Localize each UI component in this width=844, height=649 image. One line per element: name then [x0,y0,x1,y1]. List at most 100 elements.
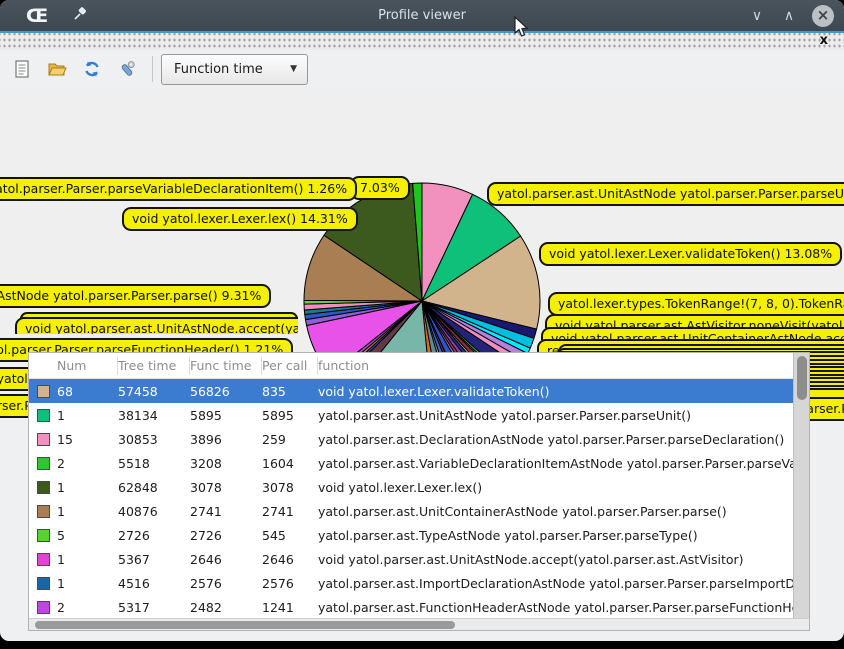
horizontal-scrollbar[interactable] [29,618,809,630]
cell-per-call: 5895 [262,408,318,423]
column-header-func-time[interactable]: Func time [190,357,262,375]
cell-num-calls: 1 [57,480,118,495]
vertical-scrollbar[interactable] [793,353,809,619]
cell-tree-time: 5367 [118,552,190,567]
cell-function: yatol.parser.ast.ImportDeclarationAstNod… [318,576,795,591]
color-swatch [37,481,50,494]
cell-per-call: 1241 [262,600,318,615]
cell-per-call: 545 [262,528,318,543]
results-table: Num calls Tree time Func time Per call f… [28,352,810,631]
color-swatch [37,457,50,470]
table-row[interactable]: 1536726462646void yatol.parser.ast.UnitA… [29,547,795,571]
cell-function: void yatol.lexer.Lexer.lex() [318,480,795,495]
pie-label: void yatol.parser.ast.AstVisitor.noneVis… [545,314,844,328]
color-swatch [37,553,50,566]
pie-label: void yatol.lexer.Lexer.validateToken() 1… [539,242,842,266]
cell-func-time: 5895 [190,408,262,423]
cell-num-calls: 1 [57,408,118,423]
cell-func-time: 2646 [190,552,262,567]
table-row[interactable]: 527262726545yatol.parser.ast.TypeAstNode… [29,523,795,547]
open-folder-icon [48,61,67,77]
pie-label: yatol.parser.ast.VariableDeclarationItem… [0,177,357,201]
cell-num-calls: 1 [57,576,118,591]
horizontal-scrollbar-thumb[interactable] [35,621,455,629]
cell-tree-time: 4516 [118,576,190,591]
cell-tree-time: 40876 [118,504,190,519]
cell-per-call: 2741 [262,504,318,519]
column-header-tree-time[interactable]: Tree time [118,357,190,375]
maximize-button[interactable]: ∧ [780,8,798,24]
cell-per-call: 2646 [262,552,318,567]
column-header-per-call[interactable]: Per call [262,357,318,375]
table-header[interactable]: Num calls Tree time Func time Per call f… [29,353,809,379]
column-header-num-calls[interactable]: Num calls [57,357,118,375]
open-file-button[interactable] [44,56,70,82]
cell-func-time: 2741 [190,504,262,519]
cell-num-calls: 1 [57,504,118,519]
cell-tree-time: 30853 [118,432,190,447]
cell-func-time: 2726 [190,528,262,543]
table-row[interactable]: 2531724821241yatol.parser.ast.FunctionHe… [29,595,795,619]
cell-num-calls: 5 [57,528,118,543]
cell-num-calls: 1 [57,552,118,567]
options-button[interactable] [114,56,140,82]
cell-per-call: 2576 [262,576,318,591]
table-row[interactable]: 1451625762576yatol.parser.ast.ImportDecl… [29,571,795,595]
toolbar: Function time ▼ [0,50,844,88]
cell-tree-time: 5518 [118,456,190,471]
pie-label-clipped: void yatol.parser.ast.UnitAstNode.accept… [15,317,298,334]
pie-chart-area: 7.03% yatol.parser.ast.VariableDeclarati… [0,88,844,352]
table-row[interactable]: 2551832081604yatol.parser.ast.VariableDe… [29,451,795,475]
color-swatch [37,409,50,422]
titlebar[interactable]: Œ Profile viewer ∨ ∧ × [0,0,844,31]
refresh-button[interactable] [79,56,105,82]
close-button[interactable]: × [812,5,834,27]
color-swatch [37,505,50,518]
cell-per-call: 835 [262,384,318,399]
table-row[interactable]: 13813458955895yatol.parser.ast.UnitAstNo… [29,403,795,427]
chevron-down-icon: ▼ [290,64,297,74]
pie-label: yatol.parser.ast.UnitContainerAstNode ya… [0,284,271,308]
cell-per-call: 259 [262,432,318,447]
report-button[interactable] [9,56,35,82]
cell-function: yatol.parser.ast.FunctionHeaderAstNode y… [318,600,795,615]
refresh-icon [83,60,101,78]
cell-num-calls: 2 [57,456,118,471]
wrench-icon [118,60,136,78]
profile-viewer-window: Œ Profile viewer ∨ ∧ × x [0,0,844,641]
pie-label: yatol.parser.ast.UnitAstNode yatol.parse… [487,182,844,206]
window-title: Profile viewer [0,8,844,23]
cell-function: yatol.parser.ast.UnitAstNode yatol.parse… [318,408,795,423]
column-header-function[interactable]: function [318,358,809,373]
dock-close-button[interactable]: x [820,33,828,48]
table-row[interactable]: 16284830783078void yatol.lexer.Lexer.lex… [29,475,795,499]
color-swatch [37,385,50,398]
cell-function: yatol.parser.ast.DeclarationAstNode yato… [318,432,795,447]
pie-label-clipped: void yatol.parser.ast.AstVisitor.noneVis… [545,314,844,328]
vertical-scrollbar-thumb[interactable] [797,356,807,400]
cell-func-time: 2576 [190,576,262,591]
cell-function: void yatol.lexer.Lexer.validateToken() [318,384,795,399]
table-row[interactable]: 685745856826835void yatol.lexer.Lexer.va… [29,379,795,403]
pie-label: yatol.lexer.types.TokenRange!(7, 8, 0).T… [548,292,844,316]
view-mode-dropdown[interactable]: Function time ▼ [161,54,308,85]
color-swatch [37,577,50,590]
cell-function: void yatol.parser.ast.UnitAstNode.accept… [318,552,795,567]
dock-handle[interactable] [0,33,844,50]
cell-num-calls: 2 [57,600,118,615]
table-body: 685745856826835void yatol.lexer.Lexer.va… [29,379,809,619]
color-swatch [37,601,50,614]
table-row[interactable]: 15308533896259yatol.parser.ast.Declarati… [29,427,795,451]
cell-func-time: 56826 [190,384,262,399]
cell-func-time: 3078 [190,480,262,495]
cell-func-time: 3896 [190,432,262,447]
cell-func-time: 3208 [190,456,262,471]
cell-per-call: 1604 [262,456,318,471]
cell-tree-time: 57458 [118,384,190,399]
toolbar-separator [152,56,153,82]
table-row[interactable]: 14087627412741yatol.parser.ast.UnitConta… [29,499,795,523]
cell-per-call: 3078 [262,480,318,495]
minimize-button[interactable]: ∨ [748,8,766,24]
cell-function: yatol.parser.ast.VariableDeclarationItem… [318,456,795,471]
document-icon [14,60,30,78]
